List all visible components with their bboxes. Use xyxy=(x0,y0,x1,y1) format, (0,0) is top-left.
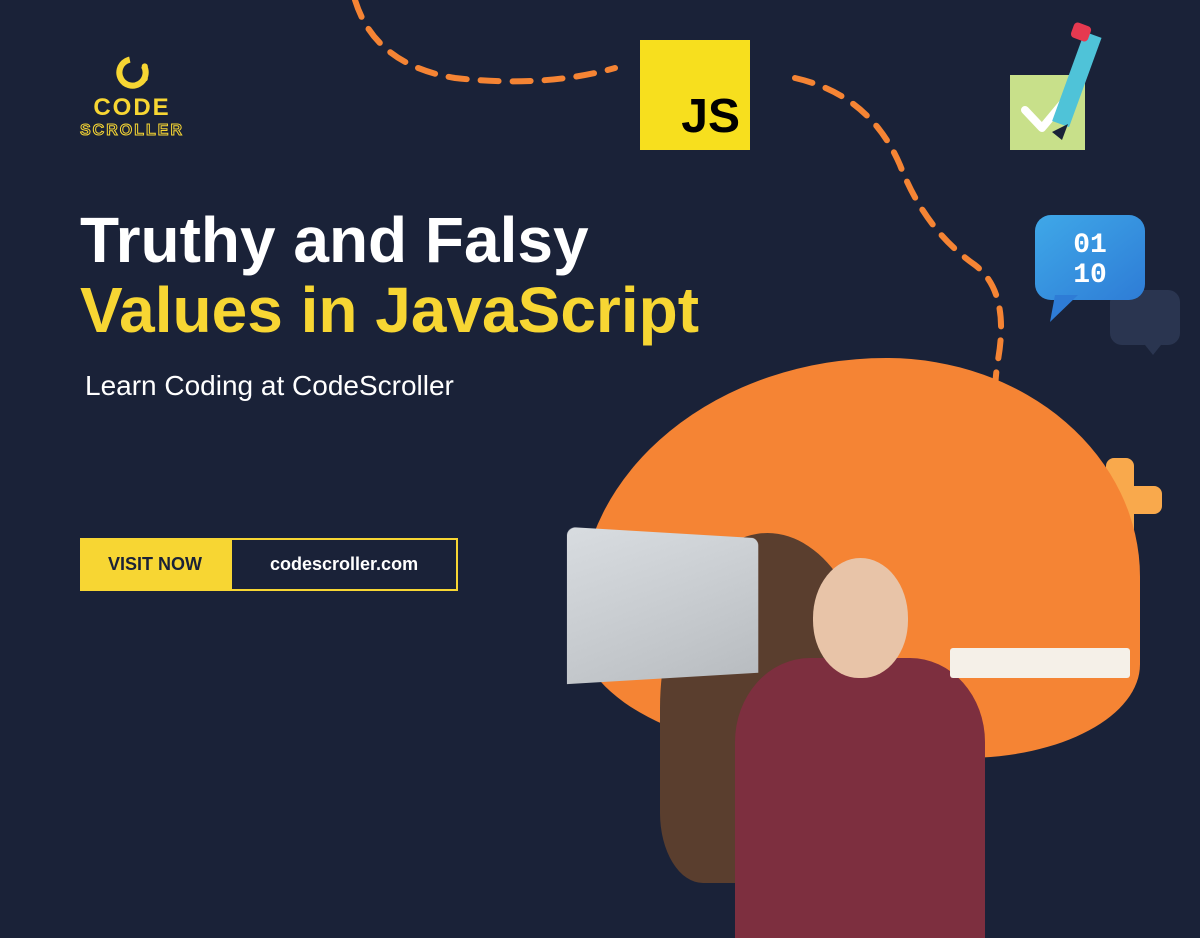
svg-text:01: 01 xyxy=(1073,230,1107,261)
cta-row: VISIT NOW codescroller.com xyxy=(80,538,458,591)
svg-text:10: 10 xyxy=(1073,260,1107,291)
headline-line-2: Values in JavaScript xyxy=(80,275,699,345)
headline-line-1: Truthy and Falsy xyxy=(80,205,699,275)
js-logo-text: JS xyxy=(681,89,740,144)
subtitle: Learn Coding at CodeScroller xyxy=(85,370,454,402)
visit-now-button[interactable]: VISIT NOW xyxy=(80,538,230,591)
logo-text-scroller: SCROLLER xyxy=(80,122,184,140)
url-display: codescroller.com xyxy=(230,538,458,591)
laptop-icon xyxy=(567,527,758,684)
person-illustration xyxy=(650,218,1070,678)
logo-text-code: CODE xyxy=(93,94,170,122)
brand-logo: CODE SCROLLER xyxy=(80,55,184,140)
logo-c-icon xyxy=(115,55,150,90)
checkbox-pencil-icon xyxy=(1000,20,1140,160)
main-headline: Truthy and Falsy Values in JavaScript xyxy=(80,205,699,346)
javascript-logo: JS xyxy=(640,40,750,150)
notebook-icon xyxy=(950,648,1130,678)
